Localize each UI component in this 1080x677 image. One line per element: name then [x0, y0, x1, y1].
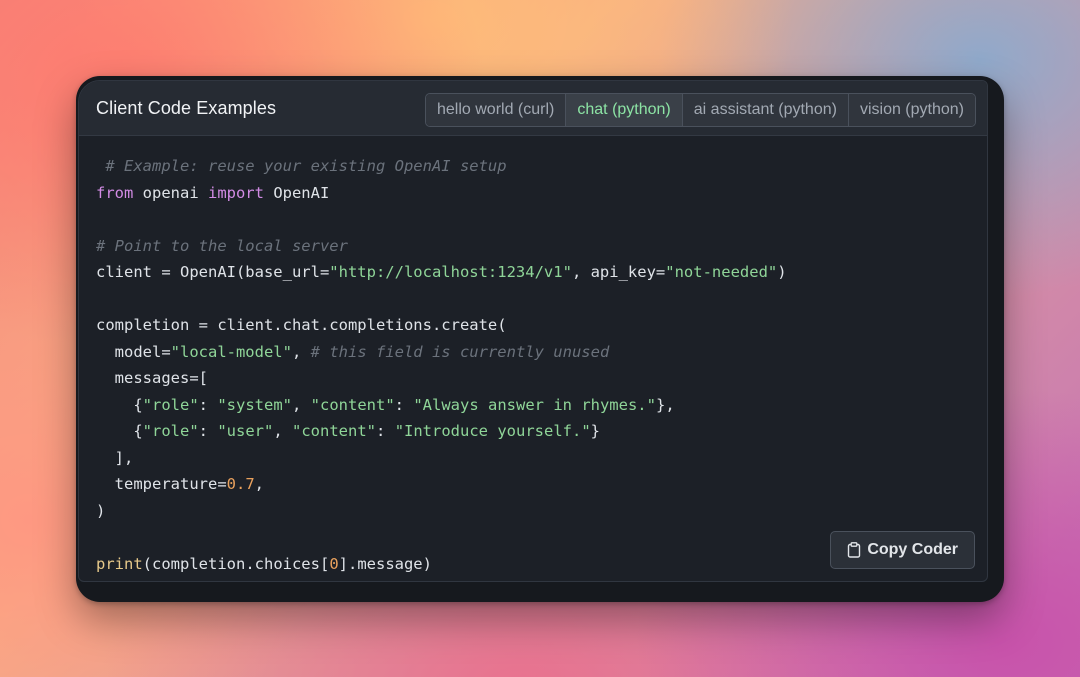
code-token: model= — [96, 342, 171, 361]
code-line: ], — [96, 445, 787, 472]
code-line: from openai import OpenAI — [96, 180, 787, 207]
code-token: : — [376, 422, 395, 440]
code-token: ].message) — [338, 554, 432, 573]
code-token: (completion.choices[ — [142, 554, 330, 573]
code-token: { — [96, 422, 143, 440]
code-token: print — [96, 554, 143, 573]
code-token: "Introduce yourself." — [394, 422, 591, 440]
code-token: "local-model" — [170, 342, 292, 361]
tab-chat-python[interactable]: chat (python) — [565, 94, 682, 126]
code-token: "role" — [142, 422, 199, 440]
code-token: import — [207, 183, 264, 202]
tab-hello-world-curl[interactable]: hello world (curl) — [426, 94, 566, 126]
code-token: # this field is currently unused — [310, 342, 610, 361]
code-line: # Point to the local server — [96, 233, 787, 260]
code-token: }, — [655, 395, 675, 414]
copy-code-button[interactable]: Copy Coder — [830, 531, 975, 569]
code-line: client = OpenAI(base_url="http://localho… — [96, 259, 787, 286]
code-token: } — [590, 422, 600, 440]
code-line: model="local-model", # this field is cur… — [96, 339, 787, 366]
clipboard-icon — [847, 542, 861, 558]
code-token: "Always answer in rhymes." — [413, 395, 656, 414]
code-token: messages=[ — [96, 369, 208, 387]
code-line: temperature=0.7, — [96, 471, 787, 498]
code-token: # Point to the local server — [96, 236, 348, 255]
code-token: OpenAI — [263, 183, 330, 202]
code-token: , — [292, 395, 311, 414]
code-token: , api_key= — [571, 263, 666, 281]
code-token: completion = client.chat.completions.cre… — [96, 316, 507, 334]
code-token: : — [394, 395, 414, 414]
code-examples-panel: Client Code Examples hello world (curl) … — [78, 80, 988, 582]
code-token: "not-needed" — [665, 263, 778, 281]
code-line: # Example: reuse your existing OpenAI se… — [96, 153, 787, 180]
code-token: "content" — [310, 395, 395, 414]
code-line: completion = client.chat.completions.cre… — [96, 312, 787, 339]
code-token: , — [254, 475, 264, 493]
code-line: {"role": "system", "content": "Always an… — [96, 392, 787, 419]
language-tabs: hello world (curl) chat (python) ai assi… — [425, 93, 976, 127]
code-line: {"role": "user", "content": "Introduce y… — [96, 418, 787, 445]
code-token: : — [198, 422, 218, 440]
code-block[interactable]: # Example: reuse your existing OpenAI se… — [96, 153, 787, 577]
code-line: print(completion.choices[0].message) — [96, 551, 787, 578]
code-token: 0.7 — [226, 475, 255, 493]
code-token: from — [96, 183, 134, 202]
code-examples-window: Client Code Examples hello world (curl) … — [76, 76, 1004, 602]
code-token: client = OpenAI(base_url= — [96, 263, 330, 281]
code-token: , — [291, 342, 311, 361]
code-token: , — [273, 422, 293, 440]
code-token: openai — [133, 183, 208, 202]
code-token: { — [96, 395, 143, 414]
code-token: 0 — [329, 554, 339, 573]
panel-header: Client Code Examples hello world (curl) … — [79, 81, 987, 136]
code-token: "http://localhost:1234/v1" — [329, 263, 572, 281]
code-token: # Example: reuse your existing OpenAI se… — [96, 157, 507, 175]
code-token: ], — [96, 448, 134, 467]
code-token: : — [198, 395, 218, 414]
copy-button-label: Copy Coder — [867, 541, 958, 558]
code-line: ) — [96, 498, 787, 525]
tab-vision-python[interactable]: vision (python) — [847, 94, 975, 126]
tab-ai-assistant-python[interactable]: ai assistant (python) — [681, 94, 848, 126]
code-line: messages=[ — [96, 365, 787, 392]
code-token: temperature= — [96, 475, 227, 493]
code-token: ) — [777, 263, 787, 281]
code-token: "content" — [292, 422, 377, 440]
panel-title: Client Code Examples — [96, 98, 277, 118]
code-token: ) — [96, 501, 106, 520]
code-token: "system" — [217, 395, 292, 414]
code-token: "role" — [142, 395, 199, 414]
code-token: "user" — [217, 422, 274, 440]
